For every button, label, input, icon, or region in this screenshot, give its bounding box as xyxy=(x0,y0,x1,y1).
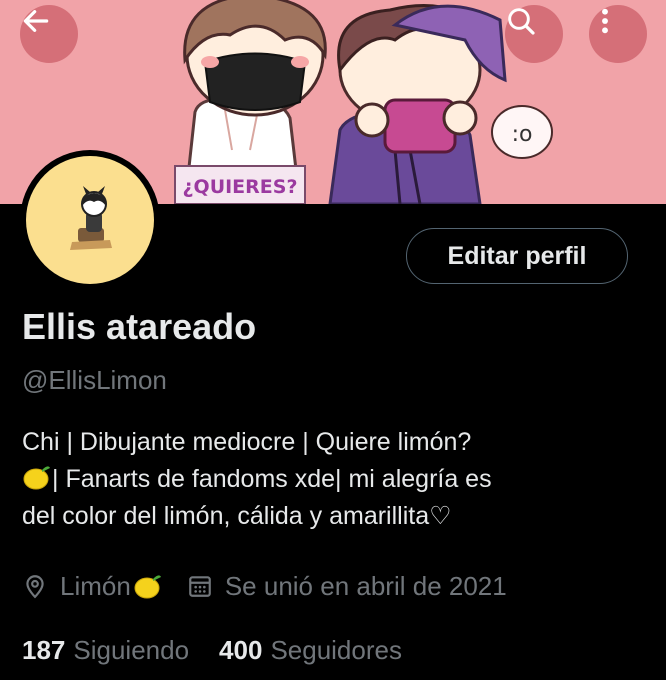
location-text: Limón xyxy=(60,570,131,601)
following-count: 187 xyxy=(22,634,66,665)
display-name: Ellis atareado xyxy=(22,306,257,347)
bio-line-1: Chi | Dibujante mediocre | Quiere limón? xyxy=(22,428,472,456)
joined-text: Se unió en abril de 2021 xyxy=(224,570,507,601)
avatar-image xyxy=(26,156,154,284)
followers-link[interactable]: 400 Seguidores xyxy=(219,635,402,666)
search-icon xyxy=(508,8,535,35)
bio-line-2-text: | Fanarts de fandoms xde| mi alegría es xyxy=(52,465,492,493)
profile-meta: Limón Se unió en abril de 2021 xyxy=(22,566,507,606)
bio-line-3: del color del limón, cálida y amarillita… xyxy=(22,502,452,530)
profile-avatar[interactable] xyxy=(20,150,160,290)
following-label: Siguiendo xyxy=(73,634,190,665)
more-vertical-icon xyxy=(602,8,608,34)
follow-stats: 187 Siguiendo 400 Seguidores xyxy=(22,632,402,668)
banner-bubble-text: :o xyxy=(512,122,533,147)
banner-sign-text: ¿QUIERES? xyxy=(183,176,298,198)
profile-bio: Chi | Dibujante mediocre | Quiere limón?… xyxy=(22,424,652,535)
back-button[interactable] xyxy=(20,5,78,63)
following-link[interactable]: 187 Siguiendo xyxy=(22,635,189,666)
lemon-icon xyxy=(134,575,161,599)
followers-label: Seguidores xyxy=(270,634,402,665)
calendar-icon xyxy=(187,573,213,599)
more-options-button[interactable] xyxy=(589,5,647,63)
location-pin-icon xyxy=(22,573,48,599)
edit-profile-button[interactable]: Editar perfil xyxy=(406,228,628,284)
lemon-icon xyxy=(23,466,50,490)
search-button[interactable] xyxy=(505,5,563,63)
arrow-left-icon xyxy=(23,10,49,32)
location-item: Limón xyxy=(22,571,163,602)
avatar-artwork xyxy=(70,186,112,250)
bio-line-2: | Fanarts de fandoms xde| mi alegría es xyxy=(22,461,652,498)
followers-count: 400 xyxy=(219,634,263,665)
joined-item: Se unió en abril de 2021 xyxy=(187,571,507,602)
user-handle: @EllisLimon xyxy=(22,365,167,395)
